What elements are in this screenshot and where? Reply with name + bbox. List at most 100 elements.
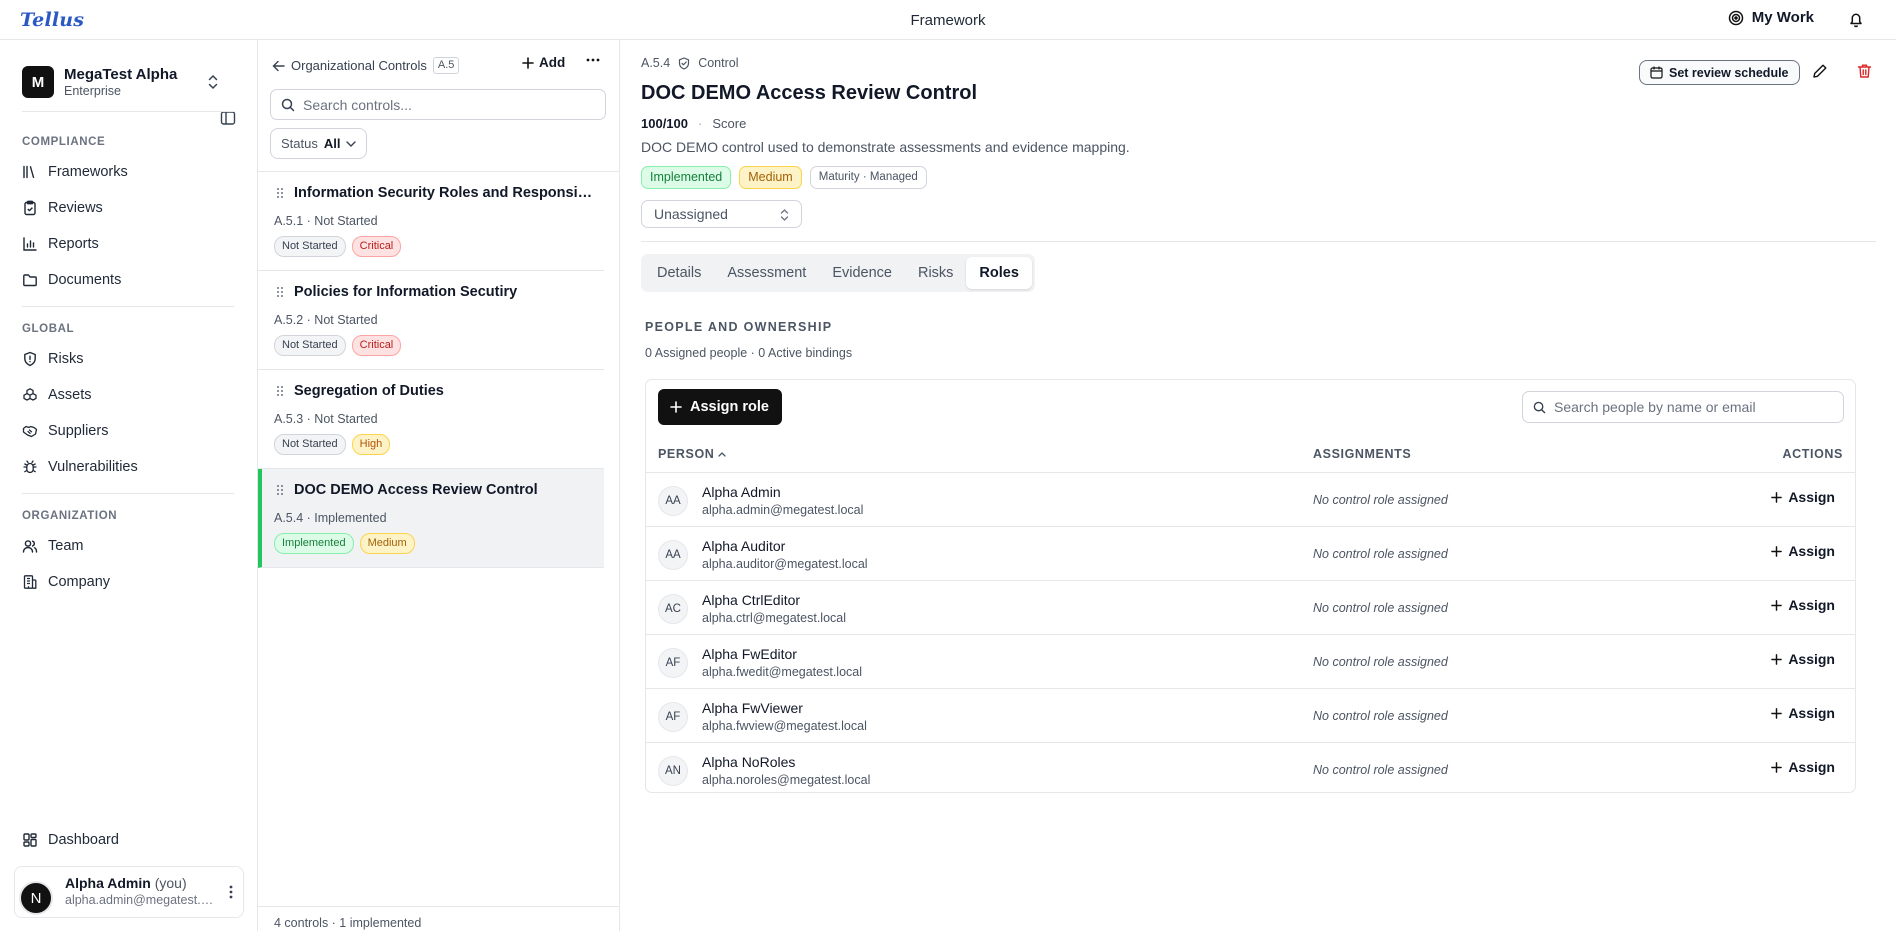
user-email: alpha.admin@megatest.local xyxy=(65,893,215,907)
sidebar-item-label: Documents xyxy=(48,272,122,288)
trash-icon[interactable] xyxy=(1857,63,1872,79)
priority-badge: Medium xyxy=(359,533,415,554)
status-filter-dropdown[interactable]: Status All xyxy=(270,128,368,159)
sidebar-item-suppliers[interactable]: Suppliers xyxy=(22,417,234,445)
controls-footer: 4 controls · 1 implemented xyxy=(258,906,620,939)
you-label: (you) xyxy=(154,875,187,891)
sidebar-item-assets[interactable]: Assets xyxy=(22,381,234,409)
assign-label: Assign xyxy=(1788,759,1835,775)
org-switcher[interactable]: M MegaTest Alpha Enterprise xyxy=(22,64,242,100)
sidebar-toggle-icon[interactable] xyxy=(220,110,236,126)
user-card[interactable]: N Alpha Admin (you) alpha.admin@megatest… xyxy=(14,866,244,918)
sidebar-item-label: Reports xyxy=(48,236,99,252)
table-row: AC Alpha CtrlEditor alpha.ctrl@megatest.… xyxy=(646,582,1855,635)
person-assignments: No control role assigned xyxy=(1313,655,1448,669)
sidebar-item-reports[interactable]: Reports xyxy=(22,230,234,258)
sidebar-item-dashboard[interactable]: Dashboard xyxy=(22,826,234,854)
set-review-schedule-label: Set review schedule xyxy=(1669,65,1789,80)
pencil-icon[interactable] xyxy=(1812,63,1828,79)
search-input[interactable] xyxy=(303,96,593,113)
sidebar-item-risks[interactable]: Risks xyxy=(22,345,234,373)
assignee-value: Unassigned xyxy=(654,206,728,222)
control-title: DOC DEMO Access Review Control xyxy=(294,482,538,498)
sidebar-item-reviews[interactable]: Reviews xyxy=(22,194,234,222)
person-name: Alpha Admin xyxy=(702,484,781,500)
my-work-label: My Work xyxy=(1751,9,1814,26)
status-badge: Not Started xyxy=(274,434,346,455)
people-search-input[interactable] xyxy=(1554,399,1834,415)
boxes-icon xyxy=(23,388,37,401)
bell-icon[interactable] xyxy=(1848,11,1864,28)
tab-risks[interactable]: Risks xyxy=(905,257,966,289)
chevrons-up-down-icon[interactable] xyxy=(206,74,220,90)
assign-button[interactable]: Assign xyxy=(1771,705,1835,721)
list-item[interactable]: Information Security Roles and Responsib… xyxy=(258,172,604,271)
folder-icon xyxy=(23,274,37,287)
set-review-schedule-button[interactable]: Set review schedule xyxy=(1639,60,1800,85)
table-row: AA Alpha Auditor alpha.auditor@megatest.… xyxy=(646,528,1855,581)
drag-handle-icon[interactable] xyxy=(276,187,284,199)
list-item-selected[interactable]: DOC DEMO Access Review Control A.5.4 · I… xyxy=(258,469,604,568)
control-title-heading: DOC DEMO Access Review Control xyxy=(641,82,978,104)
sidebar-item-team[interactable]: Team xyxy=(22,532,234,560)
person-name: Alpha NoRoles xyxy=(702,754,796,770)
tab-details[interactable]: Details xyxy=(644,257,714,289)
sidebar-divider xyxy=(22,111,234,112)
status-filter-label: Status xyxy=(281,136,318,151)
column-label: PERSON xyxy=(658,447,715,461)
table-row: AF Alpha FwViewer alpha.fwview@megatest.… xyxy=(646,690,1855,743)
assign-button[interactable]: Assign xyxy=(1771,651,1835,667)
more-vertical-icon[interactable] xyxy=(229,885,233,899)
tab-roles[interactable]: Roles xyxy=(966,257,1032,289)
status-badge: Not Started xyxy=(274,236,346,257)
score-label: Score xyxy=(712,116,747,131)
my-work-button[interactable]: My Work xyxy=(1728,9,1814,26)
person-email: alpha.fwedit@megatest.local xyxy=(702,665,862,679)
add-control-button[interactable]: Add xyxy=(522,55,565,70)
assignee-select[interactable]: Unassigned xyxy=(641,200,802,228)
sidebar-item-company[interactable]: Company xyxy=(22,568,234,596)
sidebar-item-frameworks[interactable]: Frameworks xyxy=(22,158,234,186)
person-assignments: No control role assigned xyxy=(1313,547,1448,561)
maturity-badge: Maturity · Managed xyxy=(809,166,927,189)
assign-button[interactable]: Assign xyxy=(1771,489,1835,505)
assign-role-button[interactable]: Assign role xyxy=(658,389,782,425)
assign-label: Assign xyxy=(1788,597,1835,613)
search-icon xyxy=(281,98,295,111)
list-item[interactable]: Segregation of Duties A.5.3 · Not Starte… xyxy=(258,370,604,469)
dashboard-icon xyxy=(23,833,37,847)
avatar: AF xyxy=(658,648,688,678)
list-item[interactable]: Policies for Information Secutiry A.5.2 … xyxy=(258,271,604,370)
assign-button[interactable]: Assign xyxy=(1771,543,1835,559)
control-title: Information Security Roles and Responsib… xyxy=(294,185,594,201)
column-header-person[interactable]: PERSON xyxy=(658,447,727,461)
controls-group-label: Organizational Controls xyxy=(291,58,427,73)
sidebar-item-vulnerabilities[interactable]: Vulnerabilities xyxy=(22,453,234,481)
sidebar-item-label: Vulnerabilities xyxy=(48,459,138,475)
plus-icon xyxy=(1771,599,1783,611)
drag-handle-icon[interactable] xyxy=(276,385,284,397)
tab-evidence[interactable]: Evidence xyxy=(819,257,905,289)
sidebar: M MegaTest Alpha Enterprise COMPLIANCE F… xyxy=(0,40,258,931)
sidebar-item-label: Suppliers xyxy=(48,423,109,439)
avatar: AA xyxy=(658,540,688,570)
drag-handle-icon[interactable] xyxy=(276,286,284,298)
add-label: Add xyxy=(539,55,566,70)
more-horizontal-icon[interactable] xyxy=(586,58,600,62)
assign-label: Assign xyxy=(1788,651,1835,667)
detail-tabs: Details Assessment Evidence Risks Roles xyxy=(641,254,1035,292)
assign-button[interactable]: Assign xyxy=(1771,597,1835,613)
building-icon xyxy=(23,575,37,589)
person-assignments: No control role assigned xyxy=(1313,493,1448,507)
sidebar-item-documents[interactable]: Documents xyxy=(22,266,234,294)
priority-badge: Critical xyxy=(351,335,402,356)
table-header: PERSON ASSIGNMENTS ACTIONS xyxy=(646,434,1855,473)
plus-icon xyxy=(1771,761,1783,773)
status-badge: Implemented xyxy=(641,166,732,189)
control-type: Control xyxy=(698,56,739,70)
assign-button[interactable]: Assign xyxy=(1771,759,1835,775)
drag-handle-icon[interactable] xyxy=(276,484,284,496)
plus-icon xyxy=(1771,545,1783,557)
back-to-controls-link[interactable]: Organizational Controls A.5 xyxy=(272,57,460,74)
tab-assessment[interactable]: Assessment xyxy=(714,257,819,289)
